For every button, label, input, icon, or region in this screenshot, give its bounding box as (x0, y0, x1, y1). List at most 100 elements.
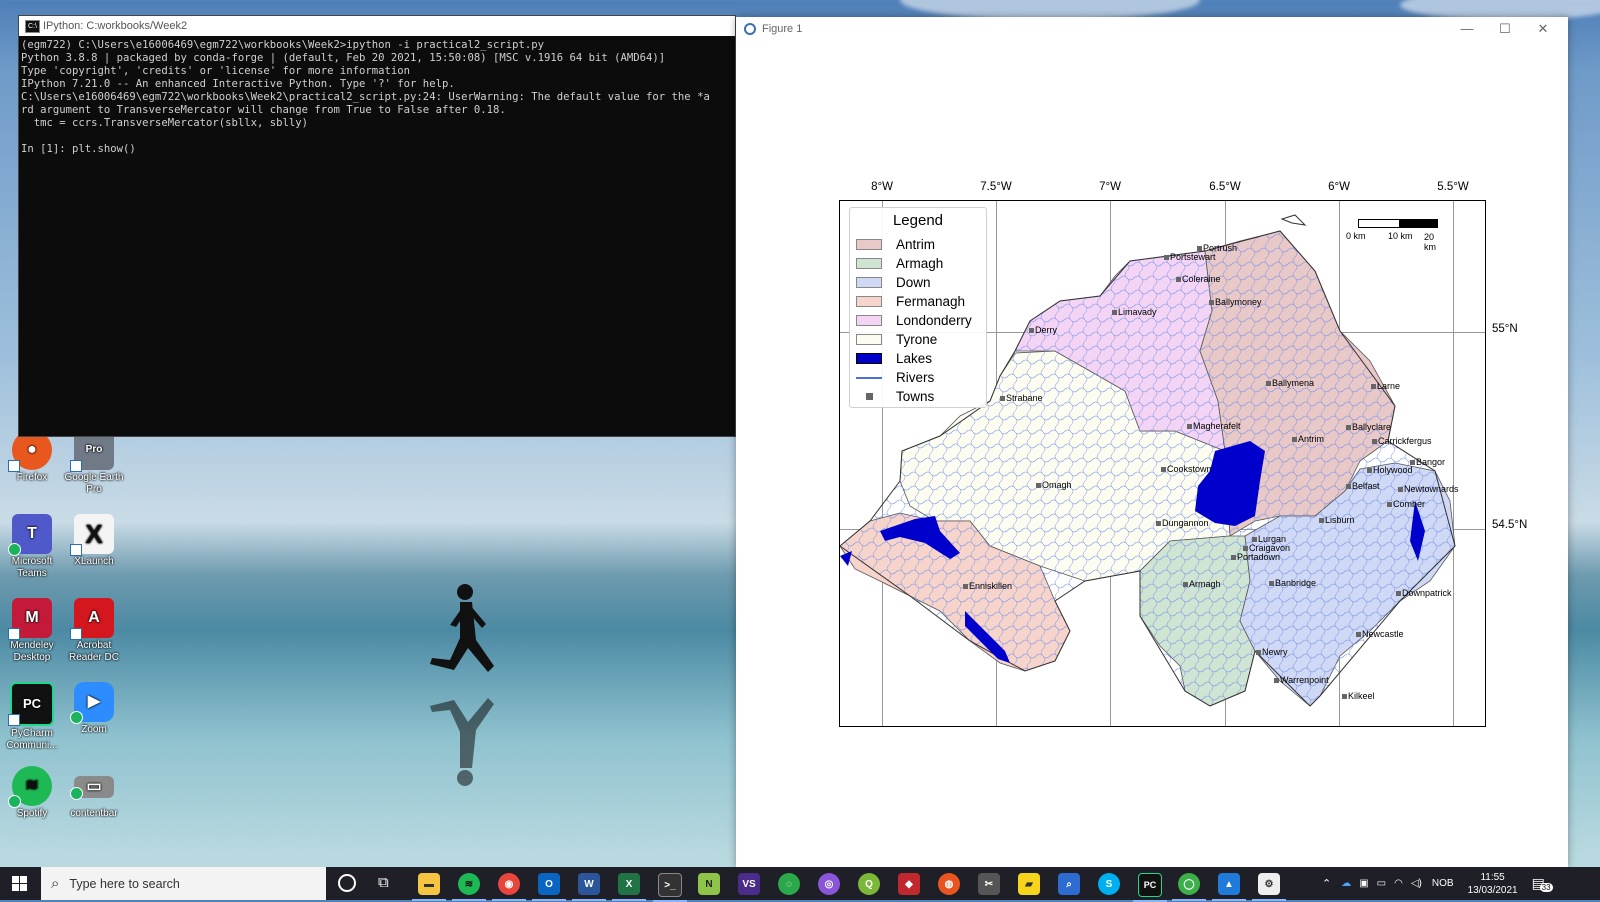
legend-marker (856, 391, 882, 402)
xlaunch-icon: X (70, 514, 114, 556)
excel-icon[interactable]: X (612, 873, 646, 901)
visual-studio-icon[interactable]: VS (738, 873, 760, 895)
town-label: Downpatrick (1396, 588, 1452, 598)
console-titlebar[interactable]: C:\ IPython: C:workbooks/Week2 (19, 16, 735, 36)
cortana-icon[interactable] (338, 874, 356, 892)
icon-label: Mendeley Desktop (10, 640, 54, 663)
qgis-icon[interactable]: Q (858, 873, 880, 895)
icon-label: Zoom (81, 724, 107, 735)
spotify-taskbar-icon[interactable]: ≋ (452, 873, 486, 901)
desktop-icon-firefox[interactable]: ● Firefox (0, 430, 64, 484)
town-label: Armagh (1183, 579, 1221, 589)
legend-swatch (856, 277, 882, 288)
legend-label: Rivers (896, 370, 935, 385)
outlook-icon[interactable]: O (532, 873, 566, 901)
notepadpp-icon[interactable]: N (698, 873, 720, 895)
language-indicator[interactable]: NOB (1432, 878, 1454, 889)
anaconda-icon[interactable]: ◯ (1172, 873, 1206, 901)
windows-start-icon[interactable] (12, 876, 28, 892)
icon-label: XLaunch (74, 556, 114, 567)
close-button[interactable]: ✕ (1524, 19, 1562, 39)
word-icon[interactable]: W (572, 873, 606, 901)
town-label: Bangor (1409, 457, 1446, 467)
desktop-icon-contentbar[interactable]: ▭ contentbar (62, 766, 126, 820)
snip-icon[interactable]: ✂ (978, 873, 1000, 895)
legend-item-londonderry: Londonderry (856, 312, 972, 329)
town-label: Strabane (1000, 393, 1043, 403)
scale-label: 10 km (1388, 231, 1413, 241)
desktop-icon-teams[interactable]: T Microsoft Teams (0, 514, 64, 580)
town-label: Newtownards (1398, 484, 1459, 494)
town-label: Derry (1029, 325, 1057, 335)
legend-item-down: Down (856, 274, 931, 291)
clock[interactable]: 11:55 13/03/2021 (1468, 871, 1518, 897)
file-explorer-icon[interactable]: ▬ (412, 873, 446, 901)
contentbar-icon: ▭ (70, 776, 114, 800)
icon-label: Microsoft Teams (11, 556, 53, 579)
podcast-icon[interactable]: ◎ (818, 873, 840, 895)
matplotlib-figure-icon[interactable]: ⚙ (1252, 873, 1286, 901)
refresh-icon[interactable]: ◌ (778, 873, 800, 895)
ubuntu-icon[interactable]: ◍ (938, 873, 960, 895)
desktop-icon-xlaunch[interactable]: X XLaunch (62, 514, 126, 568)
legend-label: Lakes (896, 351, 933, 366)
icon-label: Google Earth Pro (64, 472, 124, 495)
figure-titlebar[interactable]: Figure 1 — ☐ ✕ (736, 17, 1568, 41)
legend-item-lakes: Lakes (856, 350, 932, 367)
photos-icon[interactable]: ▲ (1212, 873, 1246, 901)
legend-item-antrim: Antrim (856, 236, 935, 253)
magnifier-icon[interactable]: ⌕ (1058, 873, 1080, 895)
lon-tick-label: 7°W (1099, 181, 1121, 193)
notifications-icon[interactable]: ▤ 33 (1532, 875, 1553, 892)
desktop-icon-pycharm[interactable]: PC PyCharm Communi... (0, 682, 64, 752)
wifi-icon[interactable]: ◠ (1394, 878, 1403, 889)
display-icon[interactable]: ▣ (1359, 878, 1368, 889)
maximize-button[interactable]: ☐ (1486, 19, 1524, 39)
desktop-icon-google-earth[interactable]: Pro Google Earth Pro (62, 430, 126, 496)
legend-item-tyrone: Tyrone (856, 331, 937, 348)
task-view-icon[interactable]: ⧉ (378, 874, 389, 891)
volume-icon[interactable]: ◁) (1411, 878, 1422, 889)
pycharm-taskbar-icon[interactable]: PC (1133, 873, 1167, 902)
chevron-up-icon[interactable]: ⌃ (1322, 877, 1331, 890)
town-label: Omagh (1036, 480, 1072, 490)
terminal-icon[interactable]: >_ (653, 873, 687, 902)
desktop-icon-mendeley[interactable]: M Mendeley Desktop (0, 598, 64, 664)
town-label: Belfast (1346, 481, 1380, 491)
lon-tick-label: 6.5°W (1209, 181, 1241, 193)
clock-date: 13/03/2021 (1467, 884, 1518, 896)
minimize-button[interactable]: — (1448, 19, 1486, 39)
console-line: tmc = ccrs.TransverseMercator(sbllx, sbl… (21, 117, 309, 129)
town-label: Ballyclare (1345, 422, 1392, 432)
chrome-icon[interactable]: ◉ (492, 873, 526, 901)
security-icon[interactable]: ◆ (898, 873, 920, 895)
desktop-icon-spotify[interactable]: ≋ Spotify (0, 766, 64, 820)
sticky-notes-icon[interactable]: ▰ (1018, 873, 1040, 895)
ipython-console-window[interactable]: C:\ IPython: C:workbooks/Week2 (egm722) … (18, 15, 736, 437)
taskbar-search-box[interactable]: ⌕ Type here to search (41, 867, 326, 900)
desktop-icon-zoom[interactable]: ▶ Zoom (62, 682, 126, 736)
figure-window[interactable]: Figure 1 — ☐ ✕ 8°W 7.5°W 7°W 6.5°W 6°W 5… (736, 17, 1568, 867)
console-output[interactable]: (egm722) C:\Users\e16006469\egm722\workb… (19, 36, 735, 159)
town-label: Portadown (1230, 552, 1281, 562)
legend-label: Tyrone (896, 332, 938, 347)
console-line: rd argument to TransverseMercator will c… (21, 104, 506, 116)
legend-label: Armagh (896, 256, 944, 271)
battery-icon[interactable]: ▭ (1377, 878, 1386, 889)
lon-tick-label: 6°W (1328, 181, 1350, 193)
map-axes[interactable]: Portrush Portstewart Coleraine Ballymone… (839, 200, 1486, 727)
legend-label: Fermanagh (896, 294, 966, 309)
scale-label: 20 km (1424, 232, 1436, 252)
legend-item-fermanagh: Fermanagh (856, 293, 965, 310)
icon-label: Firefox (16, 472, 48, 483)
desktop-icon-acrobat[interactable]: A Acrobat Reader DC (62, 598, 126, 664)
town-label: Kilkeel (1342, 691, 1375, 701)
legend-swatch (856, 258, 882, 269)
skype-icon[interactable]: S (1098, 873, 1120, 895)
onedrive-icon[interactable]: ☁ (1341, 878, 1351, 889)
lon-tick-label: 8°W (871, 181, 893, 193)
legend-swatch (856, 239, 882, 250)
town-label: Coleraine (1176, 274, 1221, 284)
town-label: Lisburn (1319, 515, 1355, 525)
town-label: Ballymena (1265, 378, 1315, 388)
